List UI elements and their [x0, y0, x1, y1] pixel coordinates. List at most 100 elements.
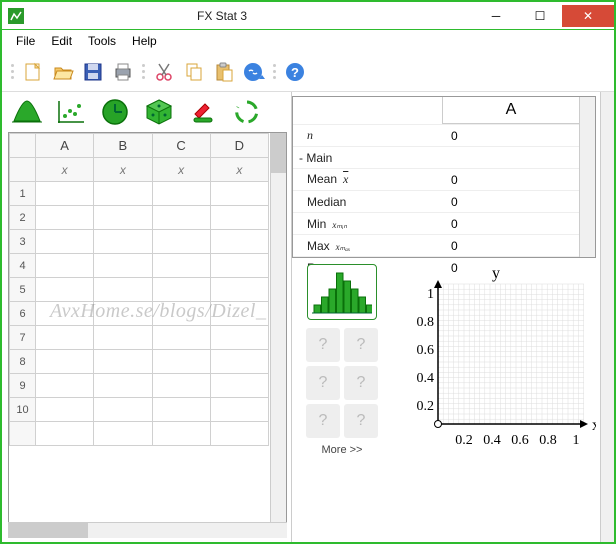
table-row[interactable]: 9 [10, 374, 269, 398]
chart-slot-1[interactable]: ? [306, 328, 340, 362]
chart-slot-6[interactable]: ? [344, 404, 378, 438]
scatter-button[interactable] [56, 98, 86, 126]
stats-col-A[interactable]: A [443, 97, 579, 124]
grid-vscroll[interactable] [270, 133, 286, 522]
marker-button[interactable] [188, 98, 218, 126]
table-row[interactable]: 6 [10, 302, 269, 326]
cell[interactable] [36, 254, 94, 278]
table-row[interactable]: 7 [10, 326, 269, 350]
cell[interactable] [36, 350, 94, 374]
cell[interactable] [94, 278, 152, 302]
cell[interactable] [152, 326, 210, 350]
table-row[interactable] [10, 422, 269, 446]
cell[interactable] [210, 302, 268, 326]
cell[interactable] [210, 422, 268, 446]
table-row[interactable]: 4 [10, 254, 269, 278]
row-header[interactable]: 3 [10, 230, 36, 254]
cell[interactable] [152, 350, 210, 374]
plot[interactable]: y 10.80.60.40.2 0.20.40.60.81 x [396, 264, 596, 538]
table-row[interactable]: 1 [10, 182, 269, 206]
cell[interactable] [152, 302, 210, 326]
new-button[interactable] [19, 58, 47, 86]
chart-slot-3[interactable]: ? [306, 366, 340, 400]
cell[interactable] [152, 230, 210, 254]
stats-vscroll[interactable] [579, 97, 595, 257]
distribution-button[interactable] [12, 98, 42, 126]
minimize-button[interactable]: ─ [474, 5, 518, 27]
row-header[interactable]: 2 [10, 206, 36, 230]
row-header[interactable] [10, 422, 36, 446]
cell[interactable] [210, 254, 268, 278]
print-button[interactable] [109, 58, 137, 86]
grid-hscroll[interactable] [8, 522, 287, 538]
row-header[interactable]: 5 [10, 278, 36, 302]
clock-button[interactable] [100, 98, 130, 126]
cell[interactable] [210, 350, 268, 374]
cell[interactable] [36, 302, 94, 326]
cut-button[interactable] [150, 58, 178, 86]
cell[interactable] [36, 422, 94, 446]
table-row[interactable]: 2 [10, 206, 269, 230]
chart-slot-2[interactable]: ? [344, 328, 378, 362]
cell[interactable] [36, 206, 94, 230]
cell[interactable] [94, 398, 152, 422]
cell[interactable] [94, 206, 152, 230]
table-row[interactable]: 10 [10, 398, 269, 422]
cell[interactable] [36, 182, 94, 206]
menu-file[interactable]: File [8, 32, 43, 50]
right-vscroll[interactable] [600, 92, 614, 542]
row-header[interactable]: 7 [10, 326, 36, 350]
row-header[interactable]: 10 [10, 398, 36, 422]
chart-slot-4[interactable]: ? [344, 366, 378, 400]
more-button[interactable]: More >> [322, 444, 363, 456]
histogram-button[interactable] [307, 264, 377, 320]
row-header[interactable]: 4 [10, 254, 36, 278]
cell[interactable] [94, 254, 152, 278]
link-button[interactable] [240, 58, 268, 86]
save-button[interactable] [79, 58, 107, 86]
cell[interactable] [36, 278, 94, 302]
cell[interactable] [152, 422, 210, 446]
cell[interactable] [94, 350, 152, 374]
cell[interactable] [152, 278, 210, 302]
cell[interactable] [210, 398, 268, 422]
open-button[interactable] [49, 58, 77, 86]
cell[interactable] [94, 182, 152, 206]
col-B[interactable]: B [94, 134, 152, 158]
cell[interactable] [152, 254, 210, 278]
cell[interactable] [152, 398, 210, 422]
cell[interactable] [36, 326, 94, 350]
table-row[interactable]: 8 [10, 350, 269, 374]
table-row[interactable]: 3 [10, 230, 269, 254]
cell[interactable] [94, 422, 152, 446]
chart-slot-5[interactable]: ? [306, 404, 340, 438]
col-C[interactable]: C [152, 134, 210, 158]
col-A[interactable]: A [36, 134, 94, 158]
data-table[interactable]: A B C D x x x x [9, 133, 269, 446]
cell[interactable] [152, 374, 210, 398]
copy-button[interactable] [180, 58, 208, 86]
cell[interactable] [210, 206, 268, 230]
cell[interactable] [210, 374, 268, 398]
maximize-button[interactable]: ☐ [518, 5, 562, 27]
menu-help[interactable]: Help [124, 32, 165, 50]
cell[interactable] [210, 230, 268, 254]
cell[interactable] [36, 230, 94, 254]
recycle-button[interactable] [232, 98, 262, 126]
row-header[interactable]: 9 [10, 374, 36, 398]
cell[interactable] [210, 326, 268, 350]
cell[interactable] [210, 278, 268, 302]
table-row[interactable]: 5 [10, 278, 269, 302]
row-header[interactable]: 1 [10, 182, 36, 206]
cell[interactable] [94, 302, 152, 326]
cell[interactable] [94, 326, 152, 350]
cell[interactable] [152, 182, 210, 206]
menu-tools[interactable]: Tools [80, 32, 124, 50]
cell[interactable] [36, 374, 94, 398]
col-D[interactable]: D [210, 134, 268, 158]
row-header[interactable]: 6 [10, 302, 36, 326]
cell[interactable] [36, 398, 94, 422]
menu-edit[interactable]: Edit [43, 32, 80, 50]
cell[interactable] [152, 206, 210, 230]
cell[interactable] [94, 374, 152, 398]
